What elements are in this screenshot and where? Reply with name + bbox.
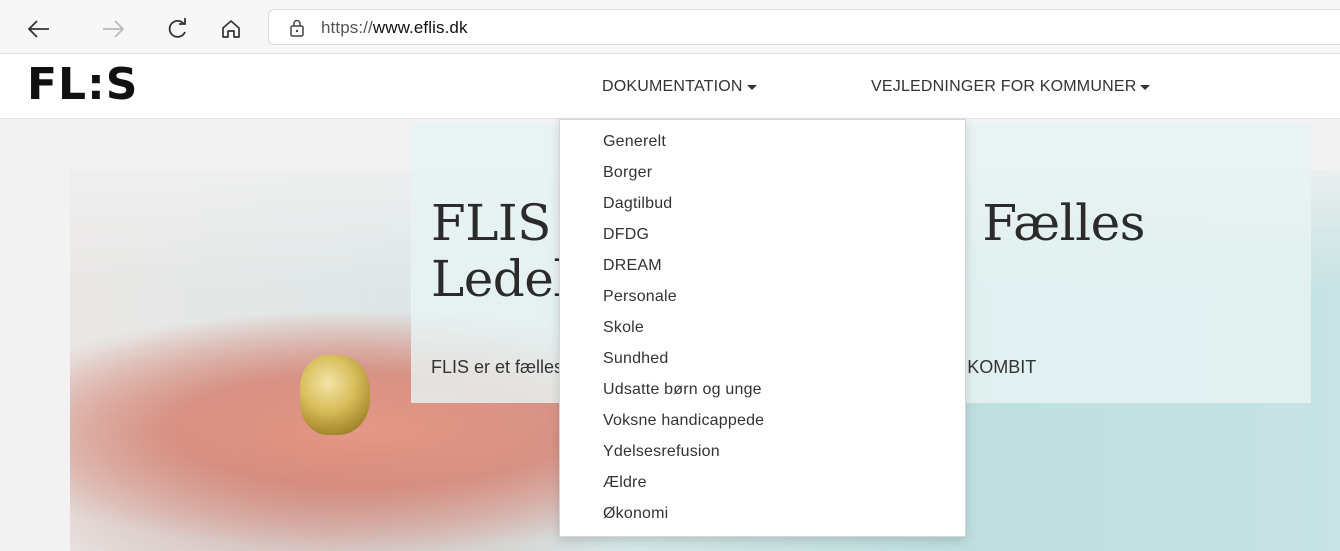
url-domain: www.eflis.dk bbox=[372, 18, 468, 37]
url-text[interactable]: https://www.eflis.dk bbox=[321, 18, 468, 38]
caret-down-icon bbox=[1140, 85, 1151, 90]
browser-toolbar: https://www.eflis.dk bbox=[0, 0, 1340, 54]
dropdown-item-udsatte-boern[interactable]: Udsatte børn og unge bbox=[560, 378, 965, 409]
home-button[interactable] bbox=[214, 12, 248, 46]
menu-vejledninger[interactable]: VEJLEDNINGER FOR KOMMUNER bbox=[871, 78, 1151, 96]
dokumentation-dropdown: Generelt Borger Dagtilbud DFDG DREAM Per… bbox=[559, 119, 966, 537]
site-header: FL:S DOKUMENTATION VEJLEDNINGER FOR KOMM… bbox=[0, 54, 1340, 119]
refresh-icon bbox=[168, 18, 186, 38]
address-bar[interactable]: https://www.eflis.dk bbox=[268, 9, 1340, 45]
dropdown-item-dream[interactable]: DREAM bbox=[560, 254, 965, 285]
forward-arrow-icon bbox=[103, 20, 124, 38]
lock-icon[interactable] bbox=[287, 18, 307, 38]
dropdown-item-aeldre[interactable]: Ældre bbox=[560, 471, 965, 502]
dropdown-item-ydelsesrefusion[interactable]: Ydelsesrefusion bbox=[560, 440, 965, 471]
refresh-button[interactable] bbox=[160, 12, 194, 46]
dropdown-item-dagtilbud[interactable]: Dagtilbud bbox=[560, 192, 965, 223]
caret-down-icon bbox=[746, 85, 757, 90]
back-arrow-icon bbox=[28, 20, 49, 38]
menu-vejledninger-label: VEJLEDNINGER FOR KOMMUNER bbox=[871, 78, 1137, 95]
menu-dokumentation-label: DOKUMENTATION bbox=[602, 78, 743, 95]
dropdown-item-voksne-handicappede[interactable]: Voksne handicappede bbox=[560, 409, 965, 440]
menu-dokumentation[interactable]: DOKUMENTATION bbox=[602, 78, 757, 96]
home-icon bbox=[222, 20, 240, 38]
url-scheme: https:// bbox=[321, 18, 373, 37]
dropdown-item-skole[interactable]: Skole bbox=[560, 316, 965, 347]
back-button[interactable] bbox=[22, 12, 56, 46]
dropdown-item-personale[interactable]: Personale bbox=[560, 285, 965, 316]
flis-logo[interactable]: FL:S bbox=[27, 60, 138, 110]
dropdown-item-generelt[interactable]: Generelt bbox=[560, 130, 965, 161]
forward-button[interactable] bbox=[96, 12, 130, 46]
dropdown-item-dfdg[interactable]: DFDG bbox=[560, 223, 965, 254]
dropdown-item-sundhed[interactable]: Sundhed bbox=[560, 347, 965, 378]
hero-image-ring bbox=[300, 355, 370, 435]
dropdown-item-borger[interactable]: Borger bbox=[560, 161, 965, 192]
dropdown-item-oekonomi[interactable]: Økonomi bbox=[560, 502, 965, 533]
